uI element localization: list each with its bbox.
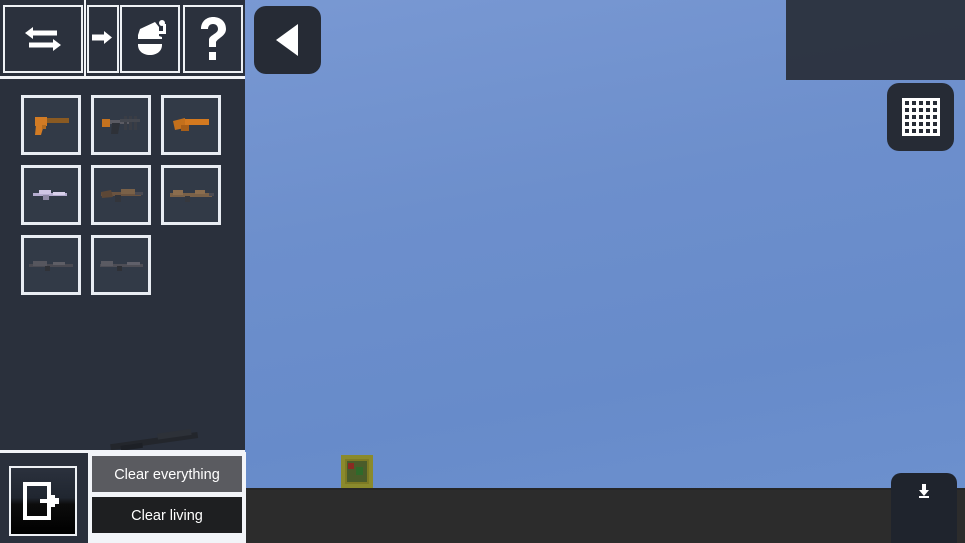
marksman-rifle-sprite: [97, 255, 145, 275]
help-tool-button[interactable]: [183, 5, 243, 73]
submachine-gun-sprite: [98, 110, 144, 140]
battle-rifle-sprite: [167, 184, 215, 206]
inventory-slot-pistol[interactable]: [21, 95, 81, 155]
inventory-slot-sniper-rifle[interactable]: [21, 235, 81, 295]
sawn-off-shotgun-sprite: [169, 112, 213, 138]
assault-rifle-sprite: [97, 184, 145, 206]
inventory-slot-assault-rifle[interactable]: [91, 165, 151, 225]
triangle-left-icon: [270, 20, 306, 60]
inventory-slot-battle-rifle[interactable]: [161, 165, 221, 225]
grid-button[interactable]: [887, 83, 954, 151]
inventory-slot-marksman-rifle[interactable]: [91, 235, 151, 295]
game-screen: Clear everything Clear living: [0, 0, 965, 543]
crate-entity[interactable]: [341, 455, 373, 488]
next-tool-button[interactable]: [87, 5, 119, 73]
question-mark-icon: [196, 16, 230, 62]
swap-tool-button[interactable]: [3, 5, 83, 73]
clear-everything-button[interactable]: Clear everything: [92, 456, 242, 492]
swap-arrows-icon: [19, 19, 67, 59]
clear-actions-panel: Clear everything Clear living: [88, 452, 246, 543]
clear-living-button[interactable]: Clear living: [92, 497, 242, 533]
toolbar-divider: [0, 76, 245, 79]
inventory-slot-submachine-gun[interactable]: [91, 95, 151, 155]
paint-tool-button[interactable]: [120, 5, 180, 73]
exit-door-icon: [20, 478, 66, 524]
download-icon: [917, 483, 931, 499]
sidebar-toolbar: [0, 0, 245, 79]
sniper-rifle-sprite: [27, 255, 75, 275]
pistol-sprite: [29, 111, 73, 139]
playback-panel: [786, 0, 965, 80]
crate-marker-green: [356, 467, 363, 475]
carbine-sprite: [29, 184, 73, 206]
grid-icon: [900, 96, 942, 138]
left-sidebar: Clear everything Clear living: [0, 0, 246, 543]
paint-bucket-icon: [129, 17, 171, 61]
exit-button[interactable]: [9, 466, 77, 536]
inventory-slot-sawn-off-shotgun[interactable]: [161, 95, 221, 155]
inventory-slot-carbine[interactable]: [21, 165, 81, 225]
crate-marker-red: [348, 463, 354, 469]
toolbar-vertical-divider: [84, 0, 86, 76]
back-button[interactable]: [254, 6, 321, 74]
arrow-right-icon: [90, 26, 116, 52]
download-panel[interactable]: [891, 473, 957, 543]
